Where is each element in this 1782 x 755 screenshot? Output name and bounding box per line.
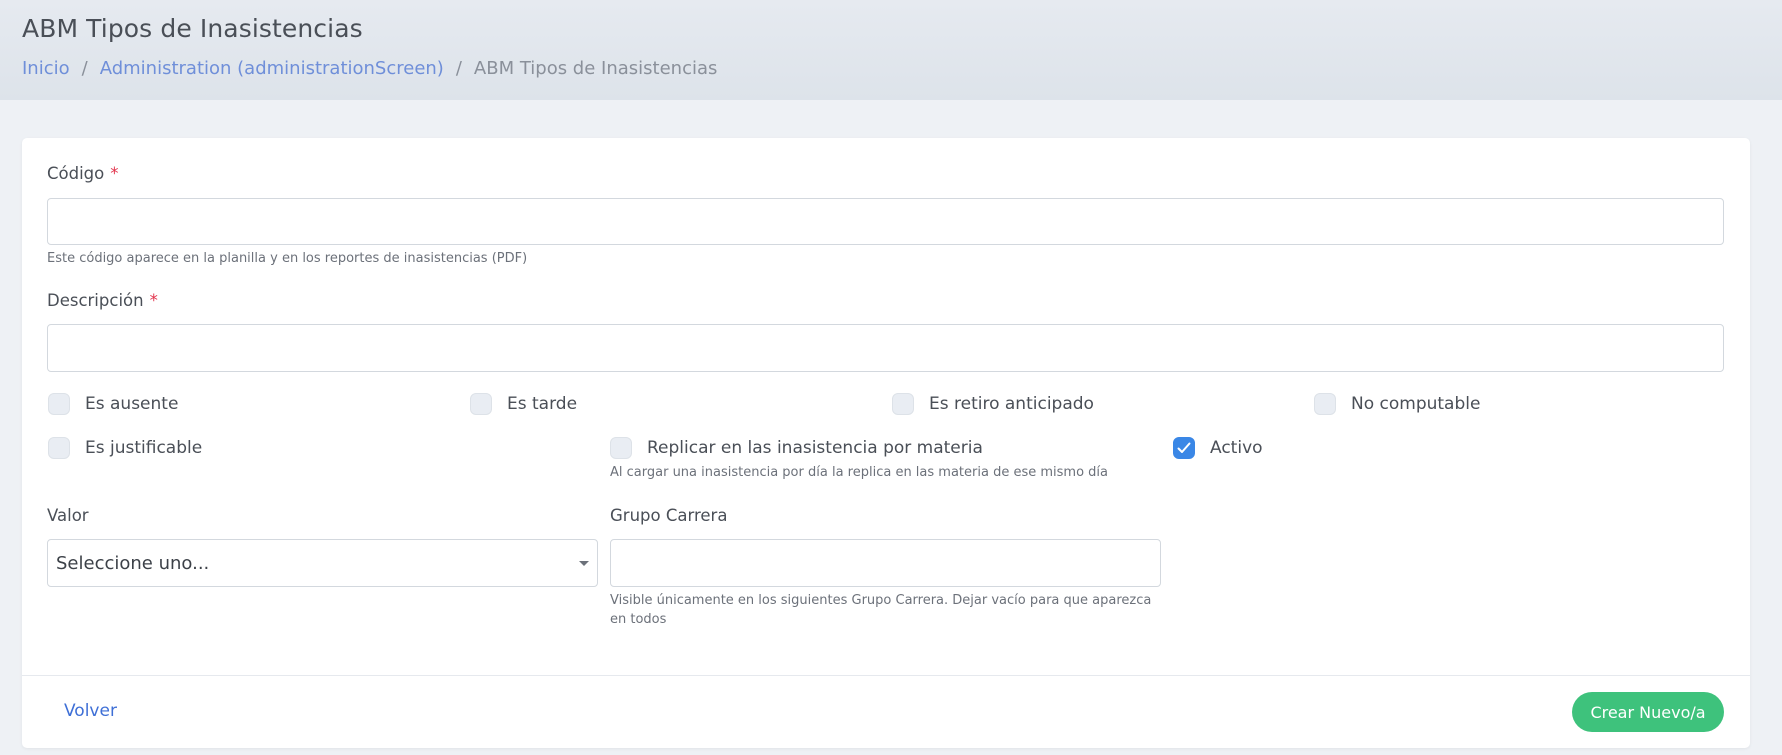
breadcrumb: Inicio / Administration (administrationS… xyxy=(22,58,717,79)
codigo-label-text: Código xyxy=(47,164,105,183)
replicar-checkbox[interactable] xyxy=(610,437,632,459)
descripcion-label-text: Descripción xyxy=(47,291,144,310)
es-tarde-checkbox-row[interactable]: Es tarde xyxy=(470,393,577,415)
grupo-carrera-help-line2: en todos xyxy=(610,612,667,627)
es-ausente-checkbox-row[interactable]: Es ausente xyxy=(48,393,178,415)
es-retiro-anticipado-checkbox[interactable] xyxy=(892,393,914,415)
valor-select[interactable]: Seleccione uno... xyxy=(47,539,598,587)
codigo-input[interactable] xyxy=(47,198,1724,245)
checkmark-icon xyxy=(1177,442,1191,453)
es-retiro-anticipado-checkbox-row[interactable]: Es retiro anticipado xyxy=(892,393,1094,415)
breadcrumb-administration-link[interactable]: Administration (administrationScreen) xyxy=(100,58,444,79)
codigo-help-text: Este código aparece en la planilla y en … xyxy=(47,251,528,266)
page-header: ABM Tipos de Inasistencias Inicio / Admi… xyxy=(0,0,1782,100)
replicar-checkbox-row[interactable]: Replicar en las inasistencia por materia xyxy=(610,437,983,459)
activo-checkbox-row[interactable]: Activo xyxy=(1173,437,1263,459)
grupo-carrera-help-line1: Visible únicamente en los siguientes Gru… xyxy=(610,593,1152,608)
page-title: ABM Tipos de Inasistencias xyxy=(22,14,363,43)
es-ausente-checkbox[interactable] xyxy=(48,393,70,415)
activo-checkbox[interactable] xyxy=(1173,437,1195,459)
replicar-label: Replicar en las inasistencia por materia xyxy=(647,438,983,458)
dropdown-caret-icon xyxy=(579,561,589,566)
replicar-help-text: Al cargar una inasistencia por día la re… xyxy=(610,465,1108,480)
grupo-carrera-input[interactable] xyxy=(610,539,1161,587)
back-link[interactable]: Volver xyxy=(64,701,117,721)
codigo-label: Código * xyxy=(47,164,119,183)
footer-divider xyxy=(22,675,1750,676)
es-tarde-label: Es tarde xyxy=(507,394,578,414)
es-justificable-label: Es justificable xyxy=(85,438,203,458)
breadcrumb-separator: / xyxy=(455,58,462,79)
descripcion-label: Descripción * xyxy=(47,291,158,310)
activo-label: Activo xyxy=(1210,438,1263,458)
es-retiro-anticipado-label: Es retiro anticipado xyxy=(929,394,1094,414)
es-justificable-checkbox[interactable] xyxy=(48,437,70,459)
descripcion-input[interactable] xyxy=(47,324,1724,372)
breadcrumb-current: ABM Tipos de Inasistencias xyxy=(473,58,718,79)
grupo-carrera-label: Grupo Carrera xyxy=(610,506,728,525)
es-tarde-checkbox[interactable] xyxy=(470,393,492,415)
es-justificable-checkbox-row[interactable]: Es justificable xyxy=(48,437,202,459)
breadcrumb-home-link[interactable]: Inicio xyxy=(22,58,70,79)
no-computable-checkbox[interactable] xyxy=(1314,393,1336,415)
required-mark: * xyxy=(110,164,119,183)
es-ausente-label: Es ausente xyxy=(85,394,179,414)
no-computable-label: No computable xyxy=(1351,394,1481,414)
form-card: Código * Este código aparece en la planil… xyxy=(22,138,1750,748)
breadcrumb-separator: / xyxy=(81,58,88,79)
valor-select-value: Seleccione uno... xyxy=(56,552,210,574)
required-mark: * xyxy=(149,291,158,310)
valor-label: Valor xyxy=(47,506,89,525)
no-computable-checkbox-row[interactable]: No computable xyxy=(1314,393,1480,415)
create-new-button[interactable]: Crear Nuevo/a xyxy=(1572,692,1724,732)
